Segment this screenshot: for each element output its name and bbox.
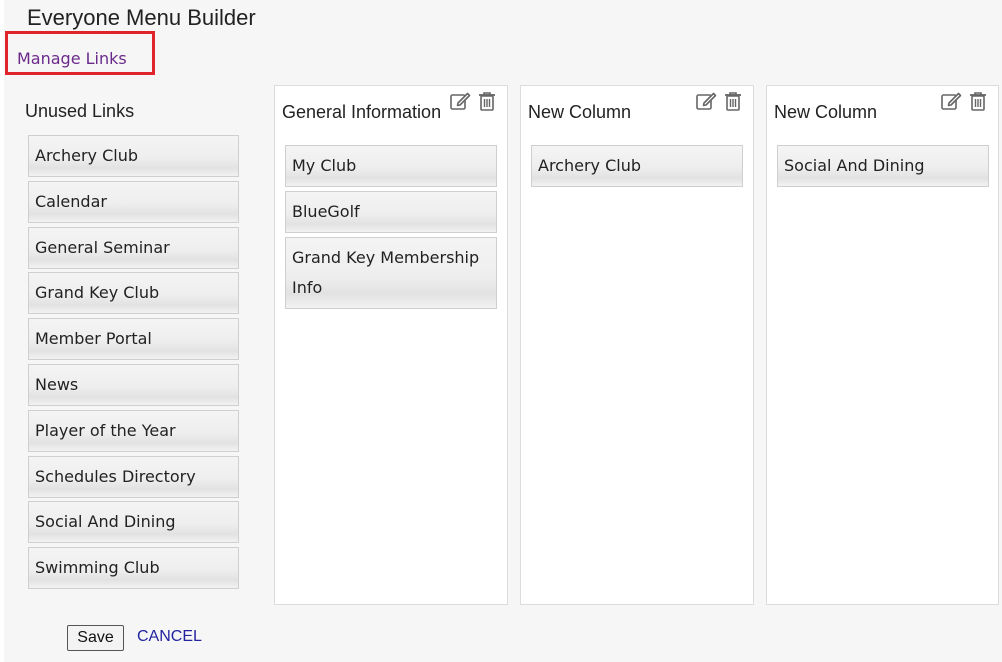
column-link-item[interactable]: Social And Dining — [777, 145, 989, 187]
column-actions — [940, 90, 989, 112]
unused-link-item[interactable]: Member Portal — [28, 318, 239, 361]
edit-icon[interactable] — [449, 90, 471, 112]
unused-link-item[interactable]: Calendar — [28, 180, 239, 223]
trash-icon[interactable] — [476, 90, 498, 112]
trash-icon[interactable] — [967, 90, 989, 112]
unused-link-item[interactable]: Social And Dining — [28, 501, 239, 544]
column-title: New Column — [528, 102, 632, 122]
menu-column-general-information: General Information My Club BlueGolf Gra… — [274, 85, 508, 605]
unused-link-item[interactable]: Archery Club — [28, 135, 239, 177]
column-title: General Information — [282, 102, 442, 122]
page-title: Everyone Menu Builder — [27, 5, 256, 30]
cancel-link[interactable]: CANCEL — [137, 628, 202, 646]
manage-links-link[interactable]: Manage Links — [17, 49, 127, 68]
column-link-list: My Club BlueGolf Grand Key Membership In… — [285, 145, 497, 313]
trash-icon[interactable] — [722, 90, 744, 112]
column-link-list: Social And Dining — [777, 145, 989, 191]
column-title: New Column — [774, 102, 878, 122]
unused-links-title: Unused Links — [25, 101, 135, 121]
menu-builder-page: Everyone Menu Builder Manage Links Unuse… — [4, 0, 1002, 662]
unused-links-list: Archery Club Calendar General Seminar Gr… — [28, 135, 239, 593]
edit-icon[interactable] — [940, 90, 962, 112]
unused-link-item[interactable]: Grand Key Club — [28, 272, 239, 315]
column-actions — [449, 90, 498, 112]
unused-link-item[interactable]: Schedules Directory — [28, 455, 239, 498]
unused-link-item[interactable]: Swimming Club — [28, 547, 239, 590]
column-actions — [695, 90, 744, 112]
column-link-item[interactable]: My Club — [285, 145, 497, 187]
unused-link-item[interactable]: Player of the Year — [28, 409, 239, 452]
edit-icon[interactable] — [695, 90, 717, 112]
column-link-item[interactable]: Archery Club — [531, 145, 743, 187]
menu-column-new-column-2: New Column Social And Dining — [766, 85, 999, 605]
column-link-list: Archery Club — [531, 145, 743, 191]
save-button[interactable]: Save — [67, 625, 124, 651]
column-link-item[interactable]: BlueGolf — [285, 191, 497, 233]
unused-link-item[interactable]: General Seminar — [28, 226, 239, 269]
unused-link-item[interactable]: News — [28, 363, 239, 406]
menu-column-new-column: New Column Archery Club — [520, 85, 754, 605]
column-link-item[interactable]: Grand Key Membership Info — [285, 237, 497, 309]
